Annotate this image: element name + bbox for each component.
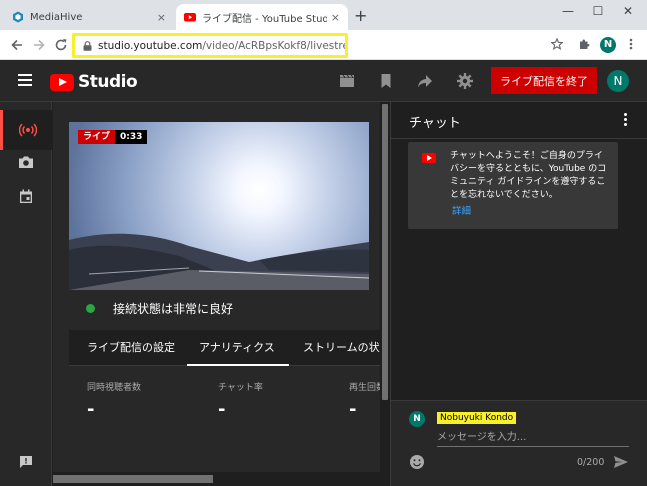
tab-stream-health[interactable]: ストリームの状態 xyxy=(303,330,380,366)
settings-gear-icon[interactable] xyxy=(456,72,474,90)
chat-composer: N Nobuyuki Kondo 0/200 xyxy=(391,400,647,486)
address-bar[interactable]: studio.youtube.com/video/AcRBpsKokf8/liv… xyxy=(72,33,348,58)
tab-title: MediaHive xyxy=(30,11,83,23)
rail-item-schedule[interactable] xyxy=(0,176,52,216)
account-avatar[interactable]: N xyxy=(607,70,629,92)
studio-header: Studio ライブ配信を終了 N xyxy=(0,60,647,102)
bookmark-icon[interactable] xyxy=(377,72,395,90)
main-vertical-scrollbar[interactable] xyxy=(380,102,390,472)
close-window-button[interactable]: ✕ xyxy=(613,4,643,18)
stream-tabs: ライブ配信の設定 アナリティクス ストリームの状態 xyxy=(69,330,380,366)
clapperboard-icon[interactable] xyxy=(338,72,356,90)
maximize-window-button[interactable]: ☐ xyxy=(583,4,613,18)
main-horizontal-scrollbar[interactable] xyxy=(53,472,380,486)
status-dot-icon xyxy=(86,303,95,313)
video-frame-image xyxy=(69,122,369,290)
studio-logo-text: Studio xyxy=(78,72,138,92)
youtube-icon xyxy=(422,153,436,163)
minimize-window-button[interactable]: — xyxy=(553,4,583,18)
new-tab-button[interactable]: + xyxy=(354,6,367,25)
youtube-logo-icon xyxy=(50,73,74,91)
star-icon[interactable] xyxy=(551,38,563,50)
user-avatar: N xyxy=(409,411,425,427)
live-chat-panel: チャット チャットへようこそ！ご自身のプライバシーを守るとともに、YouTube… xyxy=(390,102,647,486)
back-arrow-icon[interactable] xyxy=(8,38,26,52)
url-path: /video/AcRBpsKokf8/livestreaming xyxy=(202,39,345,52)
feedback-icon xyxy=(20,456,32,468)
youtube-favicon-icon xyxy=(184,13,196,22)
share-arrow-icon[interactable] xyxy=(416,72,434,90)
mediahive-favicon-icon xyxy=(13,11,23,23)
hamburger-menu-icon[interactable] xyxy=(18,74,32,86)
welcome-text: チャットへようこそ！ご自身のプライバシーを守るとともに、YouTube のコミュ… xyxy=(450,151,607,200)
live-label: ライブ xyxy=(78,130,116,144)
learn-more-link[interactable]: 詳細 xyxy=(452,203,471,217)
metric-views: 再生回数 - xyxy=(349,380,380,420)
live-preview-video[interactable]: ライブ 0:33 xyxy=(69,122,369,290)
connection-status-row: 接続状態は非常に良好 xyxy=(69,290,380,326)
chat-welcome-message: チャットへようこそ！ご自身のプライバシーを守るとともに、YouTube のコミュ… xyxy=(408,142,618,229)
elapsed-time: 0:33 xyxy=(115,130,148,144)
close-tab-icon[interactable]: × xyxy=(157,11,166,24)
metric-label: 再生回数 xyxy=(349,383,380,393)
browser-tab-mediahive[interactable]: MediaHive × xyxy=(4,4,174,30)
metric-chat-rate: チャット率 - xyxy=(218,380,263,420)
tab-analytics[interactable]: アナリティクス xyxy=(187,330,289,366)
tab-title: ライブ配信 - YouTube Studio xyxy=(202,13,327,25)
camera-icon xyxy=(19,156,33,168)
emoji-icon[interactable] xyxy=(409,454,425,470)
browser-tab-strip: MediaHive × ライブ配信 - YouTube Studio × + —… xyxy=(0,0,647,30)
url-host: studio.youtube.com xyxy=(98,39,203,52)
stream-main-panel: ライブ 0:33 接続状態は非常に良好 ライブ配信の設定 アナリティクス ストリ… xyxy=(53,102,380,472)
metric-value: - xyxy=(218,399,226,420)
calendar-icon xyxy=(20,189,32,203)
connection-status-text: 接続状態は非常に良好 xyxy=(113,301,234,316)
character-counter: 0/200 xyxy=(577,457,605,468)
reload-icon[interactable] xyxy=(52,38,70,52)
url-text: studio.youtube.com/video/AcRBpsKokf8/liv… xyxy=(98,40,345,52)
send-icon[interactable] xyxy=(613,454,629,470)
user-name-badge: Nobuyuki Kondo xyxy=(437,412,517,424)
chat-title: チャット xyxy=(409,116,461,131)
left-navigation-rail xyxy=(0,102,52,486)
chat-message-input[interactable] xyxy=(437,429,629,447)
chat-header: チャット xyxy=(391,102,647,139)
end-live-stream-button[interactable]: ライブ配信を終了 xyxy=(491,67,597,94)
browser-toolbar: studio.youtube.com/video/AcRBpsKokf8/liv… xyxy=(0,30,647,60)
more-vert-icon[interactable] xyxy=(628,38,634,50)
metric-label: チャット率 xyxy=(218,383,263,393)
browser-profile-avatar[interactable]: N xyxy=(600,37,616,53)
scrollbar-thumb[interactable] xyxy=(53,475,213,483)
close-tab-icon[interactable]: × xyxy=(331,11,340,24)
metric-concurrent-viewers: 同時視聴者数 - xyxy=(87,380,141,420)
metric-value: - xyxy=(349,399,357,420)
browser-tab-youtube-studio[interactable]: ライブ配信 - YouTube Studio × xyxy=(176,4,348,30)
metric-label: 同時視聴者数 xyxy=(87,383,142,393)
chat-more-vert-icon[interactable] xyxy=(624,113,628,127)
live-broadcast-icon xyxy=(18,123,37,137)
forward-arrow-icon[interactable] xyxy=(30,38,48,52)
metric-value: - xyxy=(87,399,95,420)
live-badge: ライブ 0:33 xyxy=(78,130,148,144)
tab-stream-settings[interactable]: ライブ配信の設定 xyxy=(87,330,175,366)
studio-logo[interactable]: Studio xyxy=(50,72,138,92)
scrollbar-thumb[interactable] xyxy=(382,104,388,400)
lock-icon xyxy=(83,40,92,51)
rail-item-feedback[interactable] xyxy=(0,442,52,482)
extensions-icon[interactable] xyxy=(578,38,590,50)
